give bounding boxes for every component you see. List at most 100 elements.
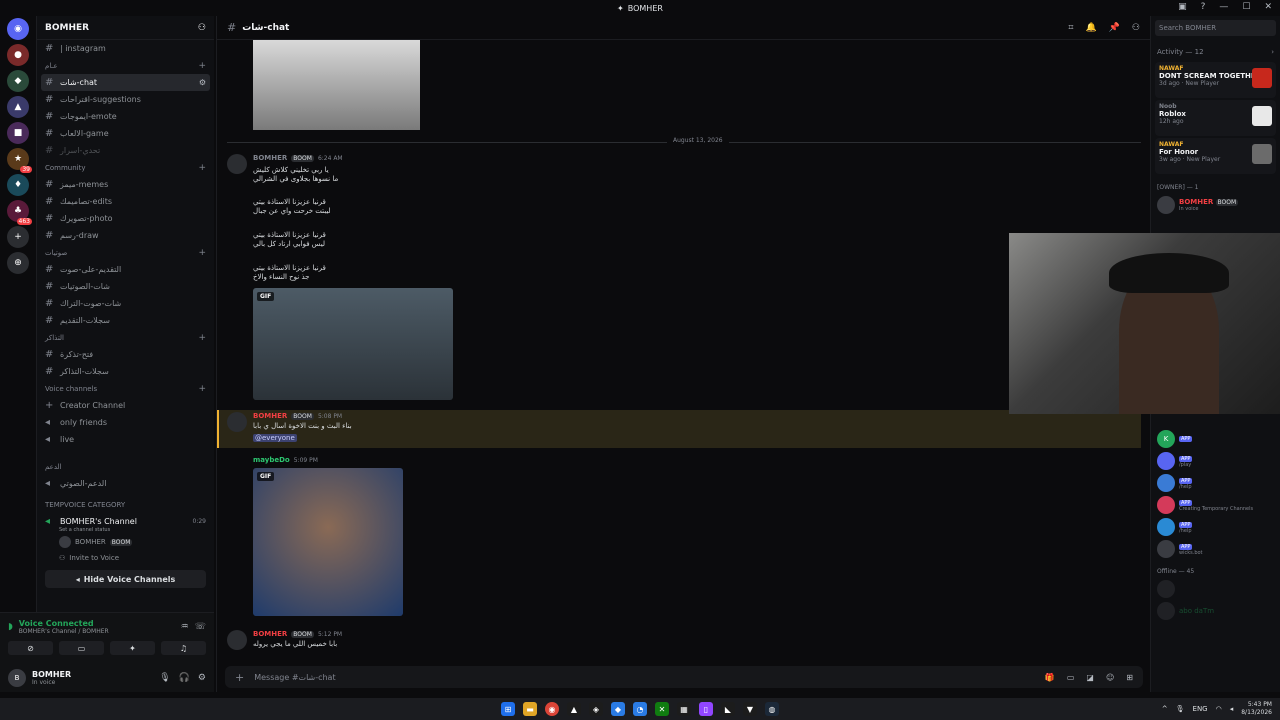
inbox-icon[interactable]: ▣ [1178,2,1187,12]
server-header[interactable]: BOMHER ⚇ [37,16,214,40]
image-attachment[interactable] [253,40,420,130]
plus-icon[interactable]: + [198,248,206,258]
steam-icon[interactable]: ◍ [765,702,779,716]
voice-location[interactable]: BOMHER's Channel / BOMHER [19,628,109,635]
wifi-icon[interactable]: ◠ [1216,705,1222,713]
discord-home-icon[interactable]: ◉ [7,18,29,40]
app-icon[interactable]: ▦ [677,702,691,716]
voice-support[interactable]: ◂ الدعم-الصوتي [37,475,214,492]
bot-member[interactable]: APP wicks.bot [1151,538,1280,560]
gif-attachment[interactable]: GIF [253,468,403,616]
channel-voice-logs[interactable]: # سجلات-التقديم [37,312,214,329]
members-icon[interactable]: ⚇ [1132,23,1140,33]
channel-game[interactable]: # الالعاب-game [37,125,214,142]
avatar[interactable] [227,154,247,174]
gif-icon[interactable]: ▭ [1067,673,1075,682]
windows-start-icon[interactable]: ⊞ [501,702,515,716]
plus-icon[interactable]: + [235,671,244,684]
category-community[interactable]: Community + [37,159,214,176]
close-button[interactable]: ✕ [1264,2,1272,12]
activities-button[interactable]: ✦ [110,641,155,655]
offline-member[interactable]: abo daTm [1151,600,1280,622]
offline-member[interactable] [1151,578,1280,600]
channel-voice-apply[interactable]: # التقديم-على-صوت [37,261,214,278]
settings-icon[interactable]: ⚙ [198,673,206,683]
everyone-mention[interactable]: @everyone [253,434,297,442]
channel-memes[interactable]: # ميمز-memes [37,176,214,193]
search-input[interactable]: Search BOMHER [1155,20,1276,36]
app-icon[interactable]: ◈ [589,702,603,716]
channel-draw[interactable]: # رسم-draw [37,227,214,244]
screen-share-button[interactable]: ▭ [59,641,104,655]
category-general[interactable]: عـام + [37,57,214,74]
twitch-icon[interactable]: ▯ [699,702,713,716]
server-icon[interactable]: ♣ 463 [7,200,32,225]
channel-status[interactable]: Set a channel status [37,526,214,534]
gif-attachment[interactable]: GIF [253,288,453,400]
mic-icon[interactable]: 🎙 [1176,705,1185,713]
noise-suppression-icon[interactable]: ♒ [181,622,189,632]
app-icon[interactable]: ▼ [743,702,757,716]
minimize-button[interactable]: — [1219,2,1228,12]
sticker-icon[interactable]: ◪ [1086,673,1094,682]
channel-emote[interactable]: # ايموجات-emote [37,108,214,125]
channel-hidden[interactable]: # تحدي-اسرار [37,142,214,159]
discover-icon[interactable]: ⊕ [7,252,29,274]
author-name[interactable]: BOMHER [253,630,287,638]
avatar[interactable]: B [8,669,26,687]
author-name[interactable]: maybeDo [253,456,290,464]
server-icon[interactable]: ★ 39 [7,148,32,173]
gift-icon[interactable]: 🎁 [1045,673,1055,682]
server-icon[interactable]: ● [7,44,29,66]
clock[interactable]: 5:43 PM 8/13/2026 [1241,701,1272,717]
activity-card[interactable]: Noob Roblox 12h ago [1155,100,1276,136]
threads-icon[interactable]: ⌗ [1068,23,1073,33]
plus-icon[interactable]: + [198,61,206,71]
avatar[interactable] [227,630,247,650]
channel-suggestions[interactable]: # اقتراحات-suggestions [37,91,214,108]
help-icon[interactable]: ? [1201,2,1206,12]
category-tempvoice[interactable]: TEMPVOICE CATEGORY [37,496,214,513]
chevron-up-icon[interactable]: ^ [1162,705,1168,713]
pin-icon[interactable]: 📌 [1109,23,1120,33]
bot-member[interactable]: APP/play [1151,450,1280,472]
category-support[interactable]: الدعم [37,458,214,475]
voice-user[interactable]: BOMHER BOOM [37,534,214,550]
activity-card[interactable]: NAWAF DONT SCREAM TOGETHER 3d ago · New … [1155,62,1276,98]
volume-icon[interactable]: ◂ [1230,705,1234,713]
chrome-icon[interactable]: ◉ [545,702,559,716]
app-icon[interactable]: ◣ [721,702,735,716]
add-server-icon[interactable]: + [7,226,29,248]
server-icon[interactable]: ♦ [7,174,29,196]
bot-member[interactable]: APP Creating Temporary Channels [1151,494,1280,516]
server-icon[interactable]: ◆ [7,70,29,92]
member-owner[interactable]: BOMHER BOOM In voice [1151,194,1280,216]
channel-chat[interactable]: # شات-chat ⚙ [41,74,210,91]
category-voice-ar[interactable]: صوتيات + [37,244,214,261]
channel-voice-chat[interactable]: # شات-الصوتيات [37,278,214,295]
xbox-icon[interactable]: ✕ [655,702,669,716]
language-indicator[interactable]: ENG [1193,705,1208,713]
apps-icon[interactable]: ⊞ [1126,673,1133,682]
server-icon[interactable]: ▲ [7,96,29,118]
bot-member[interactable]: APP/help [1151,516,1280,538]
invite-to-voice[interactable]: ⚇ Invite to Voice [37,550,214,566]
bot-member[interactable]: APP/help [1151,472,1280,494]
channel-ticket-logs[interactable]: # سجلات-التذاكر [37,363,214,380]
message-input[interactable]: + Message #شات-chat 🎁 ▭ ◪ ☺ ⊞ [225,666,1143,688]
bell-icon[interactable]: 🔔 [1085,23,1096,33]
app-icon[interactable]: ◆ [611,702,625,716]
author-name[interactable]: BOMHER [253,154,287,162]
plus-icon[interactable]: + [198,163,206,173]
category-voice-channels[interactable]: Voice channels + [37,380,214,397]
channel-photo[interactable]: # تصويرك-photo [37,210,214,227]
camera-button[interactable]: ⊘ [8,641,53,655]
soundboard-button[interactable]: ♫ [161,641,206,655]
voice-only-friends[interactable]: ◂ only friends [37,414,214,431]
chevron-right-icon[interactable]: › [1271,48,1274,56]
plus-icon[interactable]: + [198,333,206,343]
channel-voice-track[interactable]: # شات-صوت-التراك [37,295,214,312]
settings-icon[interactable]: ⚙ [199,78,206,87]
category-tickets[interactable]: التذاكر + [37,329,214,346]
headphones-icon[interactable]: 🎧 [179,673,190,683]
